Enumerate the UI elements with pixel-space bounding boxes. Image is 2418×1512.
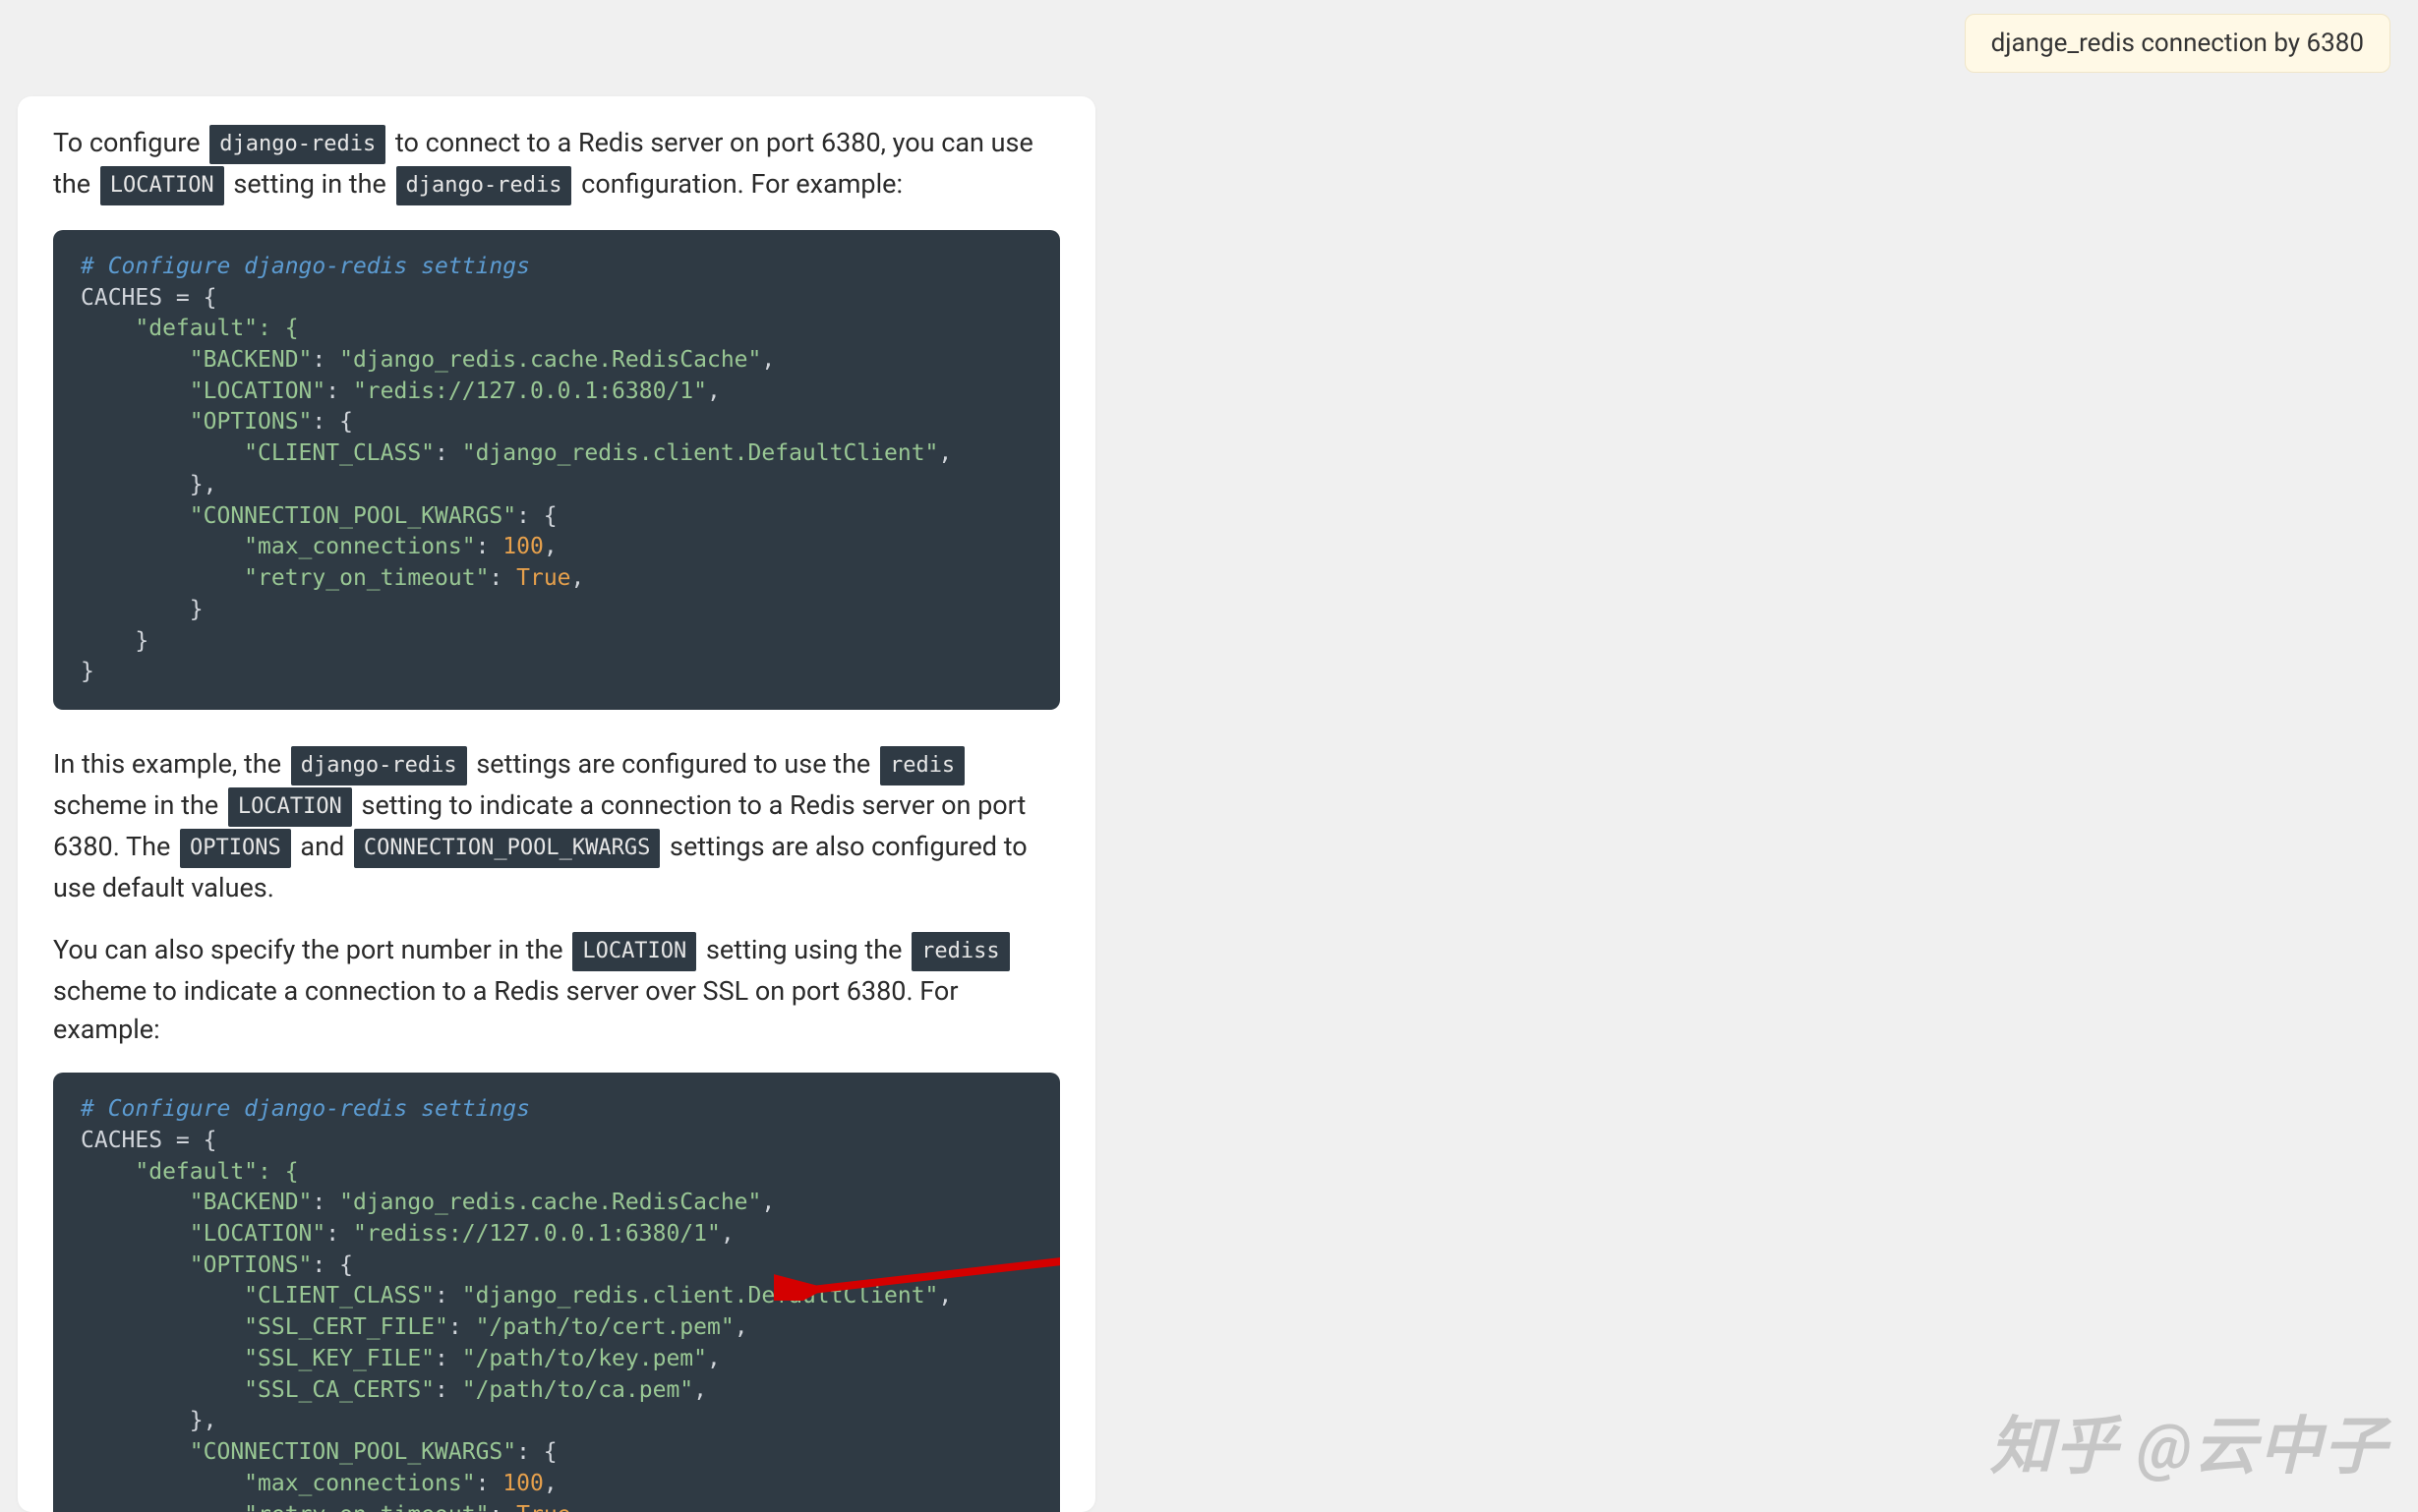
inline-code-options: OPTIONS (180, 829, 291, 868)
code-key: "CLIENT_CLASS" (81, 1283, 435, 1308)
code-val: : { (516, 1439, 558, 1465)
inline-code-django-redis: django-redis (396, 166, 572, 205)
inline-code-location: LOCATION (100, 166, 224, 205)
prose-p2: In this example, the django-redis settin… (53, 745, 1060, 907)
code-key: "OPTIONS" (81, 409, 312, 435)
code-comment: # Configure django-redis settings (81, 1096, 530, 1122)
code-key: "retry_on_timeout" (81, 1502, 489, 1512)
code-val: "django_redis.cache.RedisCache" (339, 1190, 761, 1215)
code-key: "OPTIONS" (81, 1252, 312, 1278)
code-bool: True (516, 565, 570, 591)
code-key: "LOCATION" (81, 1221, 325, 1247)
prose-p1: To configure django-redis to connect to … (53, 124, 1060, 206)
inline-code-redis: redis (880, 746, 965, 785)
code-comment: # Configure django-redis settings (81, 254, 530, 279)
watermark: 知乎 @云中子 (1990, 1396, 2389, 1486)
code-val: : { (312, 1252, 353, 1278)
code-val: "/path/to/ca.pem" (462, 1377, 693, 1403)
code-val: "/path/to/key.pem" (462, 1346, 707, 1371)
code-key: "CLIENT_CLASS" (81, 440, 435, 466)
code-num: 100 (502, 534, 544, 559)
code-key: "max_connections" (81, 1471, 476, 1496)
code-val: "django_redis.client.DefaultClient" (462, 1283, 939, 1308)
text: To configure (53, 127, 206, 158)
code-key: "SSL_CA_CERTS" (81, 1377, 435, 1403)
code-val: "redis://127.0.0.1:6380/1" (353, 378, 707, 404)
code-key: "BACKEND" (81, 1190, 312, 1215)
text: setting in the (227, 168, 393, 200)
code-block-2[interactable]: # Configure django-redis settings CACHES… (53, 1073, 1060, 1512)
code-key: "SSL_CERT_FILE" (81, 1314, 448, 1340)
code-key: "BACKEND" (81, 347, 312, 373)
code-val: : { (312, 409, 353, 435)
code-line: "default": { (81, 1159, 299, 1185)
inline-code-location: LOCATION (572, 932, 696, 971)
code-val: "rediss://127.0.0.1:6380/1" (353, 1221, 721, 1247)
code-line: } (81, 597, 204, 622)
text: scheme to indicate a connection to a Red… (53, 975, 958, 1045)
assistant-card: To configure django-redis to connect to … (18, 96, 1095, 1512)
user-message-text: djange_redis connection by 6380 (1991, 29, 2364, 58)
code-bool: True (516, 1502, 570, 1512)
code-line: }, (81, 1408, 216, 1433)
annotation-arrow-icon (692, 1210, 1060, 1269)
code-val: : { (516, 503, 558, 529)
code-block-1[interactable]: # Configure django-redis settings CACHES… (53, 230, 1060, 710)
text: configuration. For example: (574, 168, 903, 200)
code-line: "default": { (81, 316, 299, 341)
watermark-text: 知乎 @云中子 (1990, 1410, 2389, 1483)
code-num: 100 (502, 1471, 544, 1496)
inline-code-django-redis: django-redis (291, 746, 467, 785)
inline-code-rediss: rediss (912, 932, 1009, 971)
text: You can also specify the port number in … (53, 934, 569, 965)
code-val: "django_redis.client.DefaultClient" (462, 440, 939, 466)
text: settings are configured to use the (470, 748, 877, 780)
code-val: "django_redis.cache.RedisCache" (339, 347, 761, 373)
code-line: } (81, 659, 94, 684)
prose-p3: You can also specify the port number in … (53, 931, 1060, 1049)
code-key: "max_connections" (81, 534, 476, 559)
code-line: CACHES = { (81, 1128, 216, 1153)
text: scheme in the (53, 789, 225, 821)
inline-code-connection-pool-kwargs: CONNECTION_POOL_KWARGS (354, 829, 660, 868)
user-message-bubble: djange_redis connection by 6380 (1965, 14, 2390, 73)
code-val: "/path/to/cert.pem" (476, 1314, 735, 1340)
code-key: "LOCATION" (81, 378, 325, 404)
code-key: "retry_on_timeout" (81, 565, 489, 591)
code-key: "SSL_KEY_FILE" (81, 1346, 435, 1371)
text: In this example, the (53, 748, 288, 780)
text: and (294, 831, 351, 862)
text: setting using the (699, 934, 909, 965)
inline-code-location: LOCATION (228, 787, 352, 827)
inline-code-django-redis: django-redis (209, 125, 385, 164)
code-key: "CONNECTION_POOL_KWARGS" (81, 503, 516, 529)
code-line: } (81, 628, 148, 654)
code-key: "CONNECTION_POOL_KWARGS" (81, 1439, 516, 1465)
code-line: CACHES = { (81, 285, 216, 311)
code-line: }, (81, 472, 216, 497)
